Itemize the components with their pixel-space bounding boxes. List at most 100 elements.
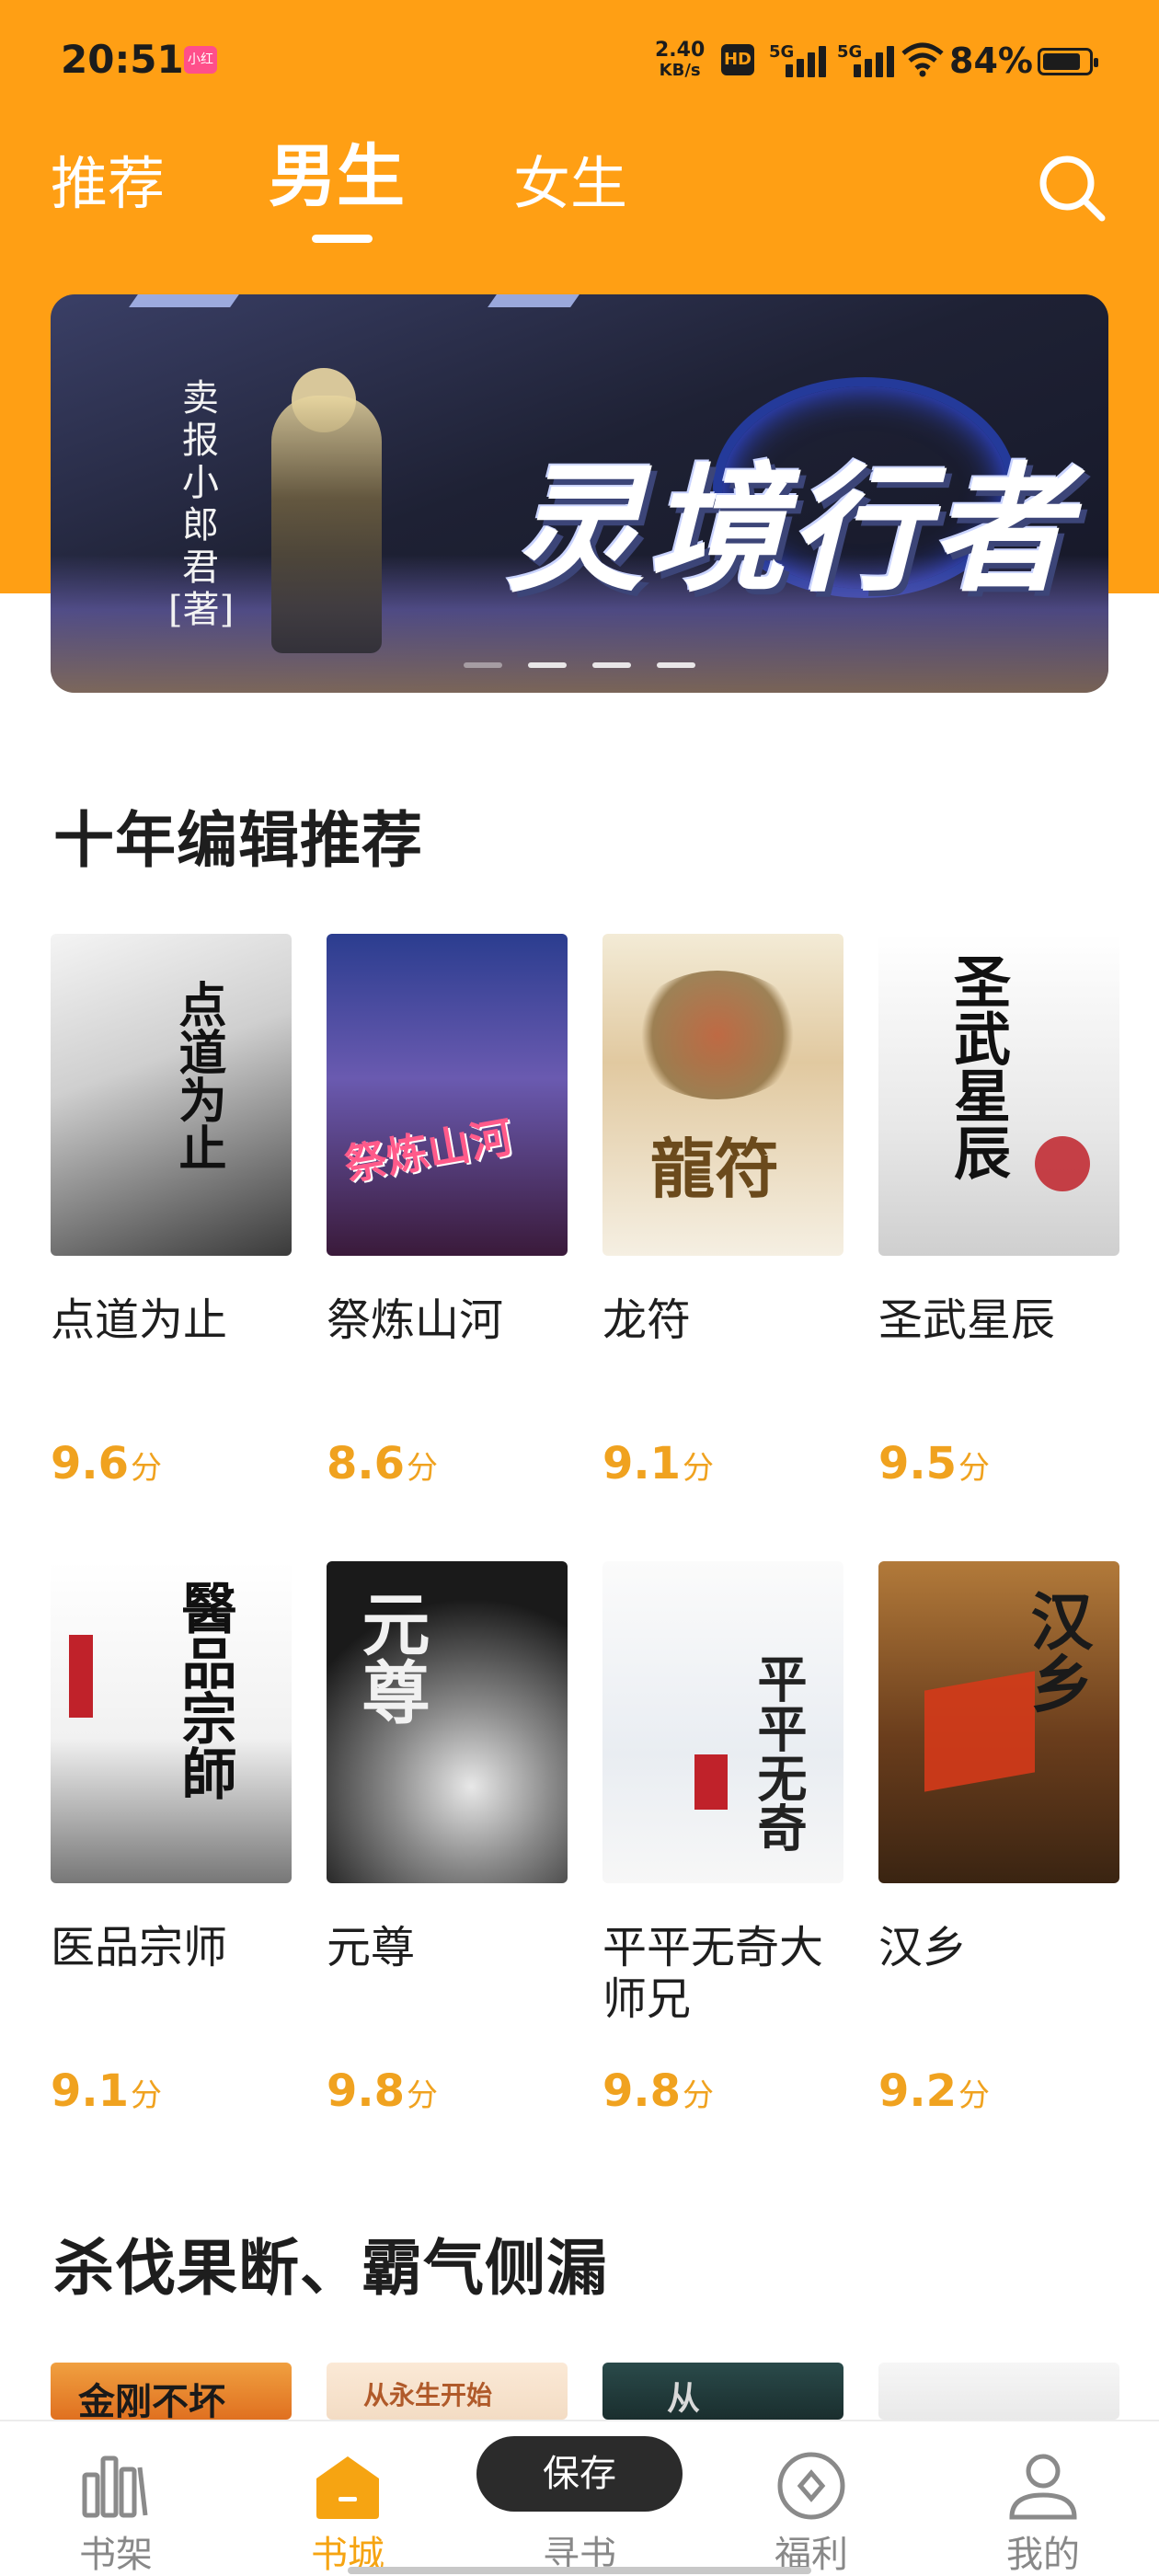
nav-bookstore[interactable]: 书城 [274, 2421, 421, 2576]
cover-title-text: 元尊 [350, 1589, 430, 1725]
book-score: 9.2分 [878, 2065, 990, 2117]
banner-pagination [51, 662, 1108, 670]
banner-astronaut-figure [271, 396, 382, 653]
banner-dot[interactable] [464, 662, 502, 668]
book-score-value: 9.8 [327, 2065, 406, 2117]
book-score: 8.6分 [327, 1438, 438, 1489]
banner-author: 卖报小郎君[著] [168, 377, 235, 631]
status-bar: 20:51 小红 2.40 KB/s HD 5G 5G 84% [0, 0, 1159, 129]
cover-title-text: 金刚不坏 [78, 2380, 225, 2420]
book-score: 9.6分 [51, 1438, 162, 1489]
nav-label: 我的 [1006, 2534, 1080, 2576]
save-button[interactable]: 保存 [476, 2436, 683, 2512]
book-cover[interactable]: 从永生开始 [327, 2363, 568, 2420]
book-score-value: 9.6 [51, 1438, 130, 1489]
cover-title-text: 汉乡 [1019, 1589, 1093, 1714]
section-title-editor-picks: 十年编辑推荐 [53, 805, 423, 876]
cover-title-text: 点道为止 [170, 980, 226, 1171]
banner-dot[interactable] [592, 662, 631, 668]
book-score-value: 9.2 [878, 2065, 958, 2117]
book-score-value: 8.6 [327, 1438, 406, 1489]
book-title: 龙符 [602, 1294, 692, 1346]
book-score-value: 9.5 [878, 1438, 958, 1489]
book-score-unit: 分 [683, 1450, 715, 1487]
signal-icon: 5G [769, 42, 826, 77]
bookstore-icon [316, 2456, 379, 2519]
status-time: 20:51 [61, 37, 184, 82]
book-cover[interactable]: 平平无奇 [602, 1561, 843, 1883]
dragon-illustration [630, 971, 805, 1099]
book-score-value: 9.8 [602, 2065, 682, 2117]
signal-network-label: 5G [769, 42, 795, 62]
cover-title-text: 祭炼山河 [340, 1111, 516, 1190]
app-notification-icon: 小红 [184, 46, 217, 74]
cover-red-tag [694, 1754, 728, 1810]
nav-bookshelf[interactable]: 书架 [42, 2421, 189, 2576]
book-title: 圣武星辰 [878, 1294, 1056, 1346]
nav-welfare[interactable]: 福利 [738, 2421, 885, 2576]
app-badge-label: 小红 [188, 52, 213, 67]
tab-recommend[interactable]: 推荐 [51, 147, 165, 221]
book-title: 平平无奇大师兄 [602, 1922, 824, 2025]
tab-female[interactable]: 女生 [513, 147, 627, 221]
battery-icon [1038, 48, 1098, 75]
promo-banner[interactable]: 卖报小郎君[著] 灵境行者 [51, 294, 1108, 693]
nav-label: 书架 [79, 2534, 153, 2576]
book-score-unit: 分 [131, 1450, 163, 1487]
signal-network-label-2: 5G [837, 42, 863, 62]
book-score: 9.5分 [878, 1438, 990, 1489]
banner-dot[interactable] [528, 662, 567, 668]
book-score-value: 9.1 [51, 2065, 130, 2117]
book-cover[interactable]: 点道为止 [51, 934, 292, 1256]
book-score: 9.1分 [602, 1438, 714, 1489]
wifi-icon [901, 42, 944, 77]
book-cover[interactable]: 汉乡 [878, 1561, 1119, 1883]
red-seal-accent [69, 1635, 93, 1718]
book-score-unit: 分 [683, 2077, 715, 2114]
nav-profile[interactable]: 我的 [970, 2421, 1117, 2576]
book-score-unit: 分 [958, 2077, 991, 2114]
book-cover[interactable]: 圣武星辰 [878, 934, 1119, 1256]
active-tab-indicator [312, 235, 373, 243]
cover-title-text: 平平无奇 [749, 1653, 808, 1852]
book-cover[interactable]: 醫品宗師 [51, 1561, 292, 1883]
book-cover[interactable]: 从 [602, 2363, 843, 2420]
welfare-icon [777, 2452, 845, 2520]
book-title: 元尊 [327, 1922, 416, 1973]
red-ink-accent [1035, 1136, 1090, 1191]
book-cover[interactable] [878, 2363, 1119, 2420]
signal-icon-2: 5G [837, 42, 894, 77]
book-score: 9.8分 [327, 2065, 438, 2117]
section-title-decisive: 杀伐果断、霸气侧漏 [53, 2233, 608, 2304]
net-speed: 2.40 KB/s [655, 40, 705, 81]
book-score-unit: 分 [407, 1450, 439, 1487]
banner-title: 灵境行者 [506, 451, 1073, 611]
book-title: 汉乡 [878, 1922, 968, 1973]
battery-percent: 84% [949, 40, 1033, 81]
book-cover[interactable]: 金刚不坏 [51, 2363, 292, 2420]
battery-fill [1043, 53, 1080, 70]
net-speed-value: 2.40 [655, 39, 706, 62]
book-score-unit: 分 [131, 2077, 163, 2114]
tab-male[interactable]: 男生 [269, 140, 405, 213]
book-title: 医品宗师 [51, 1922, 228, 1973]
book-score-unit: 分 [958, 1450, 991, 1487]
cover-title-text: 圣武星辰 [944, 952, 1011, 1180]
bookshelf-icon [82, 2455, 148, 2518]
book-cover[interactable]: 祭炼山河 [327, 934, 568, 1256]
book-title: 祭炼山河 [327, 1294, 504, 1346]
cover-title-text: 醫品宗師 [172, 1580, 236, 1800]
banner-dot[interactable] [657, 662, 695, 668]
net-speed-unit: KB/s [659, 61, 701, 80]
home-indicator[interactable] [348, 2567, 811, 2574]
search-icon[interactable] [1036, 152, 1109, 225]
book-score-unit: 分 [407, 2077, 439, 2114]
cover-title-text: 从永生开始 [363, 2380, 493, 2410]
hd-icon: HD [721, 44, 754, 75]
book-cover[interactable]: 龍符 [602, 934, 843, 1256]
book-cover[interactable]: 元尊 [327, 1561, 568, 1883]
book-title: 点道为止 [51, 1294, 228, 1346]
profile-icon [1009, 2454, 1077, 2520]
book-score: 9.1分 [51, 2065, 162, 2117]
cover-title-text: 从 [667, 2379, 701, 2418]
